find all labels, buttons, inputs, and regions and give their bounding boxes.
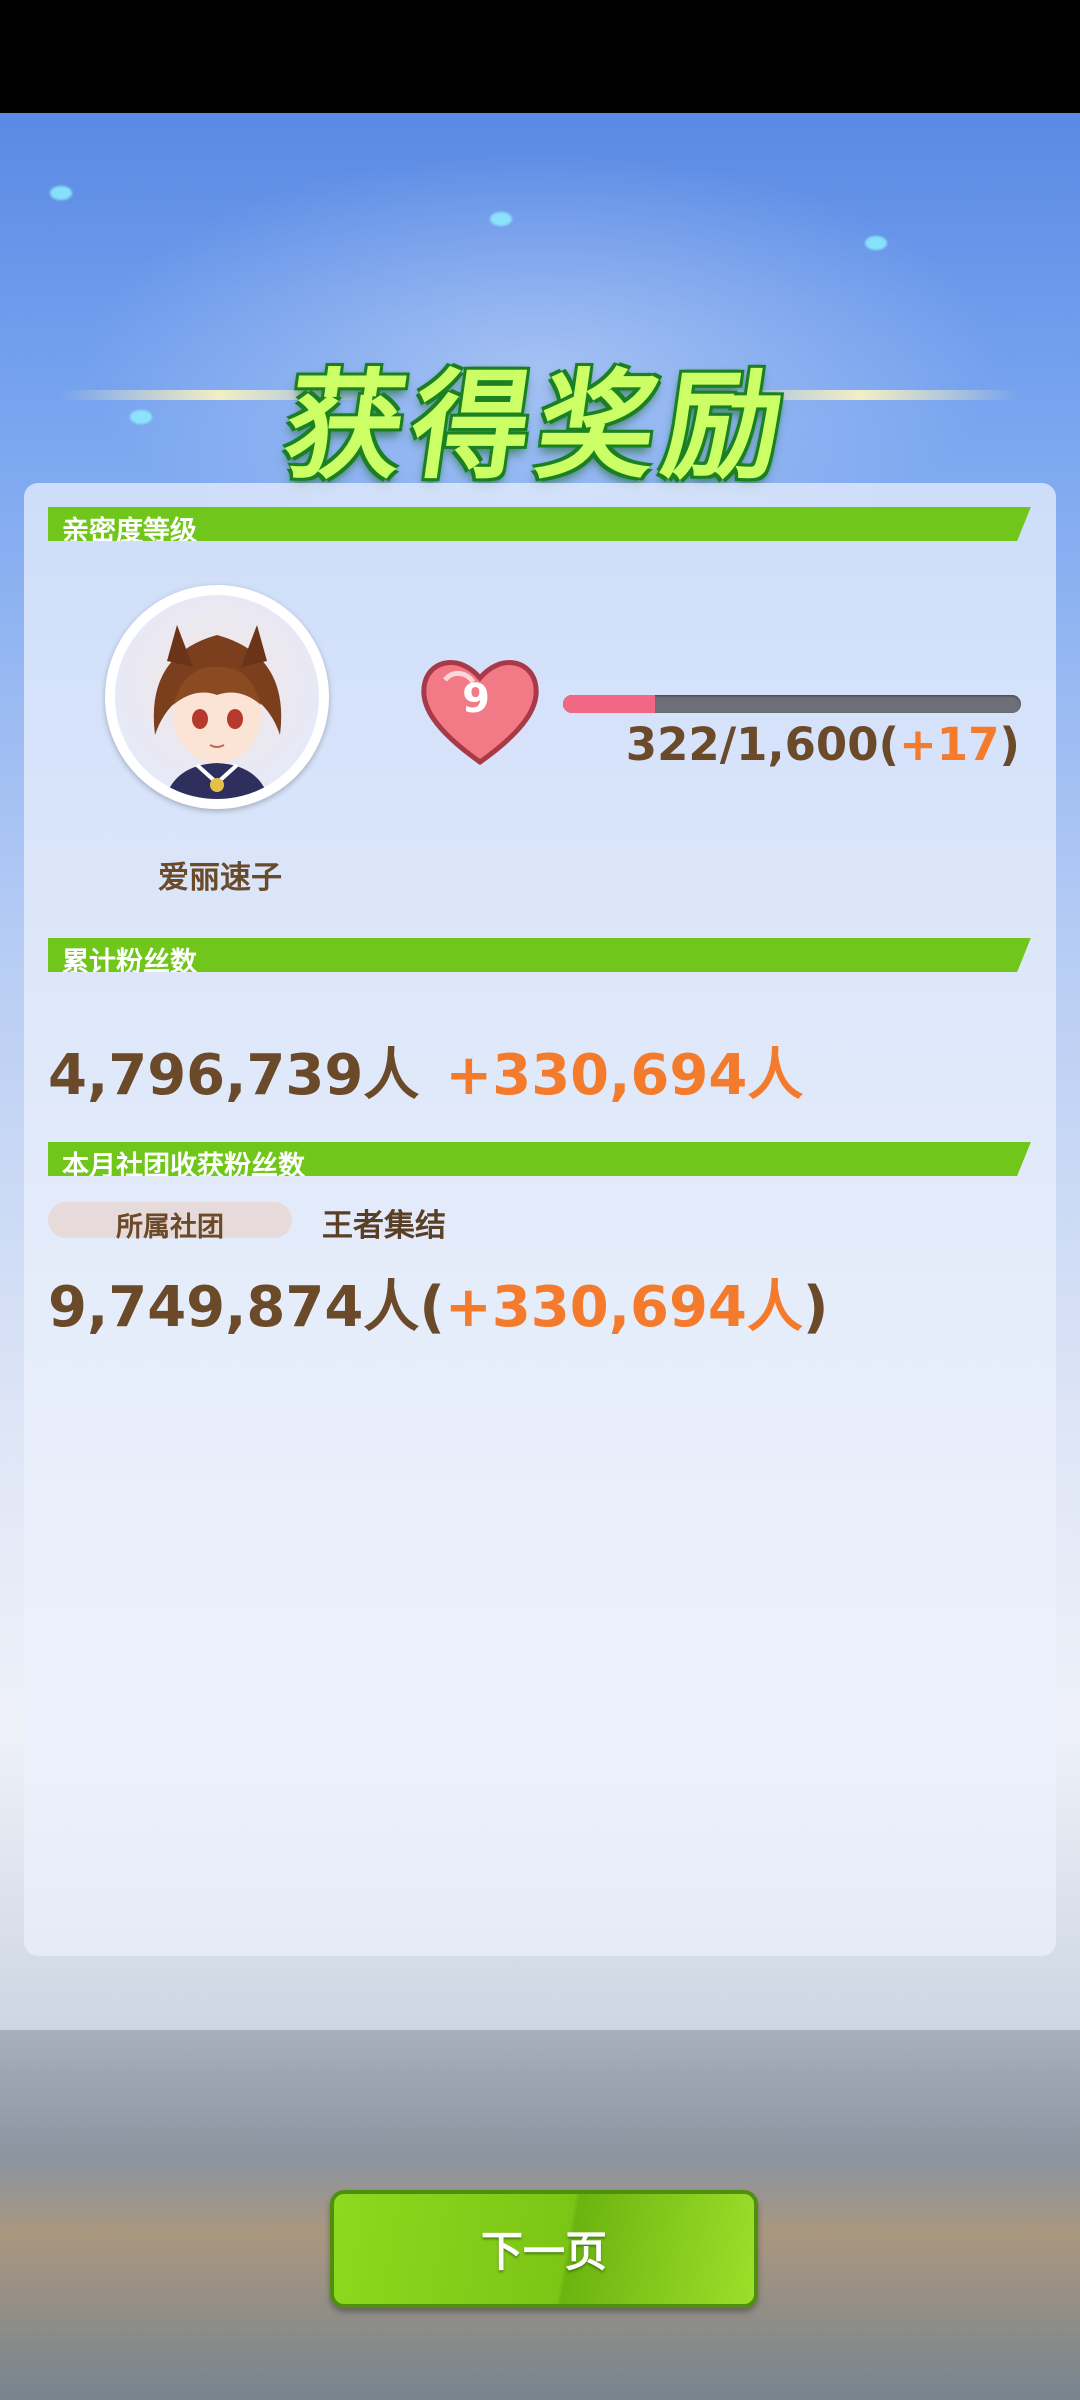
club-name: 王者集结 bbox=[322, 1208, 446, 1244]
section-header-affection: 亲密度等级 bbox=[48, 507, 1028, 541]
affection-level: 9 bbox=[462, 676, 490, 722]
progress-max: 1,600 bbox=[736, 718, 879, 771]
progress-gain: +17 bbox=[899, 718, 1000, 771]
character-avatar bbox=[105, 585, 329, 809]
sparkle bbox=[490, 212, 512, 226]
page-title: 获得奖励 bbox=[276, 357, 801, 495]
club-chip-label: 所属社团 bbox=[116, 1212, 224, 1243]
fans-total: 4,796,739人 bbox=[48, 1043, 420, 1108]
next-page-button[interactable]: 下一页 bbox=[330, 2190, 758, 2308]
club-chip: 所属社团 bbox=[48, 1202, 292, 1243]
section-header-fans: 累计粉丝数 bbox=[48, 938, 1028, 972]
club-fans-count: 9,749,874人(+330,694人) bbox=[48, 1275, 829, 1340]
character-name: 爱丽速子 bbox=[158, 860, 282, 896]
next-page-label: 下一页 bbox=[480, 2227, 607, 2276]
progress-current: 322 bbox=[625, 718, 720, 771]
progress-separator: / bbox=[719, 718, 737, 771]
sparkle bbox=[865, 236, 887, 250]
fans-delta: +330,694人 bbox=[445, 1043, 804, 1108]
affection-progress-fill bbox=[563, 695, 655, 713]
club-fans-delta: +330,694人 bbox=[444, 1275, 803, 1340]
title-banner: 获得奖励 bbox=[0, 320, 1080, 495]
character-portrait bbox=[115, 595, 319, 799]
section-header-club: 本月社团收获粉丝数 bbox=[48, 1142, 1028, 1176]
affection-progress-text: 322/1,600(+17) bbox=[625, 718, 1020, 771]
status-bar bbox=[0, 0, 1080, 113]
affection-progress-bar bbox=[563, 695, 1021, 713]
club-fans-total: 9,749,874人 bbox=[48, 1275, 420, 1340]
fans-count: 4,796,739人 +330,694人 bbox=[48, 1030, 803, 1111]
sparkle bbox=[50, 186, 72, 200]
